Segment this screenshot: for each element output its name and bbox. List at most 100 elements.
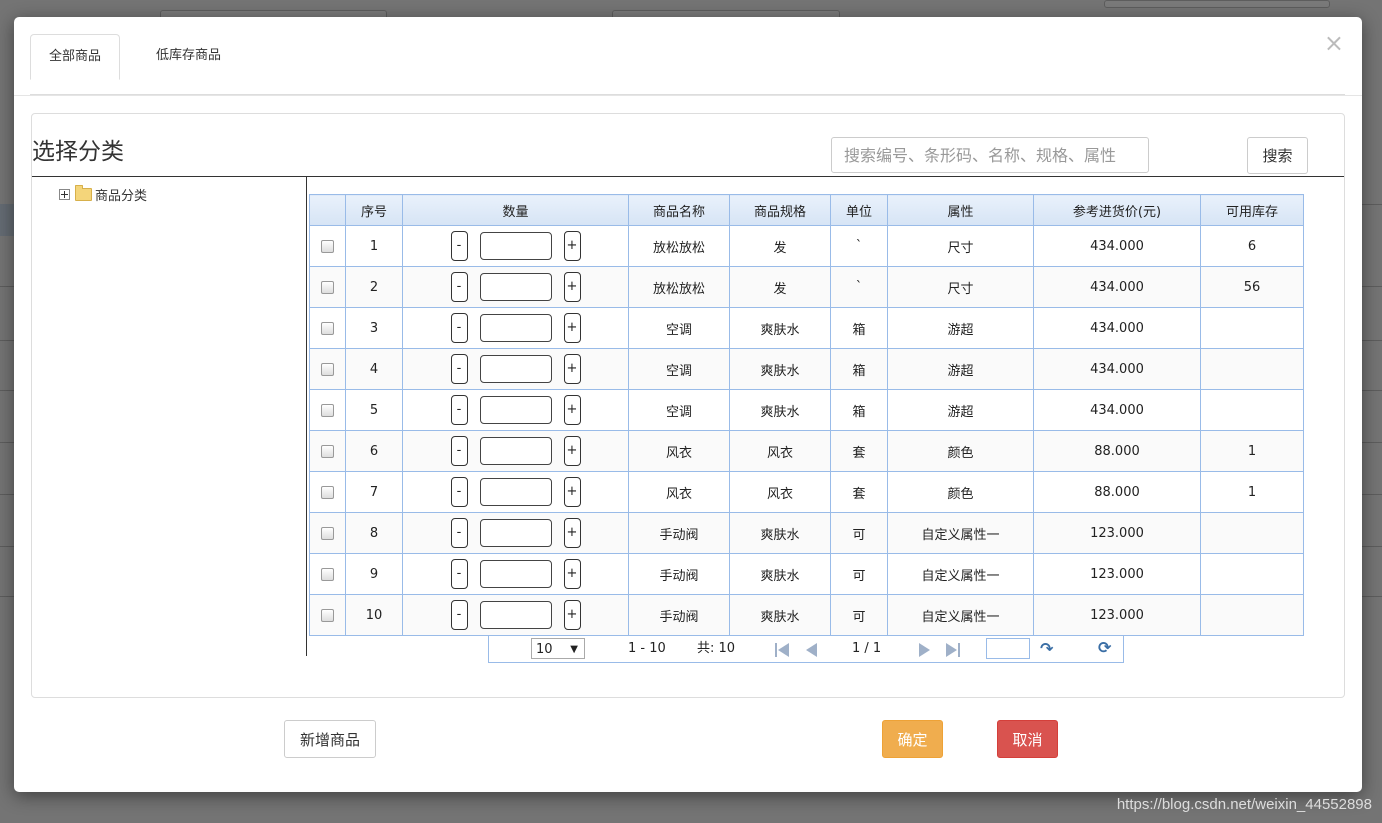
increment-button[interactable]: + (563, 518, 581, 548)
page-range: 1 - 10 (628, 641, 666, 656)
table-row[interactable]: 7- + 风衣 风衣套颜色 88.000 1 (309, 471, 1304, 513)
table-row[interactable]: 4- + 空调 爽肤水箱游超 434.000 (309, 348, 1304, 390)
table-row[interactable]: 8- + 手动阀 爽肤水可自定义属性一 123.000 (309, 512, 1304, 554)
quantity-input[interactable] (479, 273, 552, 301)
cell-stock (1200, 594, 1304, 636)
table-row[interactable]: 6- + 风衣 风衣套颜色 88.000 1 (309, 430, 1304, 472)
cancel-button[interactable]: 取消 (997, 720, 1058, 758)
quantity-input[interactable] (479, 519, 552, 547)
add-product-button[interactable]: 新增商品 (284, 720, 376, 758)
prev-page-icon[interactable] (805, 643, 819, 657)
quantity-input[interactable] (479, 437, 552, 465)
row-checkbox[interactable] (321, 280, 334, 294)
content-panel: 选择分类 搜索 商品分类 序号 数量 商品名称 商品规格 单位 (31, 113, 1345, 698)
decrement-button[interactable]: - (450, 600, 468, 630)
increment-button[interactable]: + (563, 477, 581, 507)
cell-unit: ` (830, 225, 888, 267)
table-row[interactable]: 5- + 空调 爽肤水箱游超 434.000 (309, 389, 1304, 431)
cell-name: 手动阀 (628, 553, 730, 595)
tree-node-root[interactable]: 商品分类 (59, 184, 147, 204)
column-header-no[interactable]: 序号 (345, 194, 403, 226)
cell-unit: 可 (830, 553, 888, 595)
cell-unit: 箱 (830, 389, 888, 431)
search-input[interactable] (831, 137, 1149, 173)
row-checkbox[interactable] (321, 239, 334, 253)
decrement-button[interactable]: - (450, 436, 468, 466)
row-checkbox[interactable] (321, 362, 334, 376)
quantity-input[interactable] (479, 314, 552, 342)
cell-quantity: - + (402, 307, 629, 349)
column-header-name[interactable]: 商品名称 (628, 194, 730, 226)
quantity-input[interactable] (479, 355, 552, 383)
cell-attribute: 自定义属性一 (887, 594, 1034, 636)
tree-node-label[interactable]: 商品分类 (95, 185, 147, 204)
cell-price: 434.000 (1033, 348, 1201, 390)
decrement-button[interactable]: - (450, 559, 468, 589)
last-page-icon[interactable] (946, 643, 960, 657)
tab-all-products[interactable]: 全部商品 (30, 34, 121, 80)
search-button[interactable]: 搜索 (1247, 137, 1308, 174)
increment-button[interactable]: + (563, 354, 581, 384)
column-header-spec[interactable]: 商品规格 (729, 194, 831, 226)
row-checkbox[interactable] (321, 403, 334, 417)
go-arrow-icon[interactable]: ↷ (1040, 641, 1053, 657)
increment-button[interactable]: + (563, 272, 581, 302)
column-header-stock[interactable]: 可用库存 (1200, 194, 1304, 226)
page-jump-input[interactable] (986, 638, 1030, 659)
row-checkbox-cell (309, 389, 346, 431)
decrement-button[interactable]: - (450, 477, 468, 507)
decrement-button[interactable]: - (450, 354, 468, 384)
first-page-icon[interactable] (775, 643, 789, 657)
tab-low-stock-products[interactable]: 低库存商品 (138, 34, 239, 77)
cell-attribute: 游超 (887, 307, 1034, 349)
decrement-button[interactable]: - (450, 518, 468, 548)
quantity-input[interactable] (479, 232, 552, 260)
column-header-quantity[interactable]: 数量 (402, 194, 629, 226)
row-checkbox[interactable] (321, 567, 334, 581)
quantity-input[interactable] (479, 560, 552, 588)
increment-button[interactable]: + (563, 231, 581, 261)
cell-name: 放松放松 (628, 225, 730, 267)
cell-unit: 可 (830, 594, 888, 636)
cell-price: 123.000 (1033, 594, 1201, 636)
cell-name: 手动阀 (628, 512, 730, 554)
decrement-button[interactable]: - (450, 313, 468, 343)
increment-button[interactable]: + (563, 559, 581, 589)
cell-attribute: 自定义属性一 (887, 553, 1034, 595)
row-checkbox[interactable] (321, 526, 334, 540)
row-checkbox[interactable] (321, 608, 334, 622)
decrement-button[interactable]: - (450, 272, 468, 302)
section-title: 选择分类 (32, 139, 124, 165)
decrement-button[interactable]: - (450, 231, 468, 261)
quantity-input[interactable] (479, 396, 552, 424)
confirm-button[interactable]: 确定 (882, 720, 943, 758)
table-row[interactable]: 3- + 空调 爽肤水箱游超 434.000 (309, 307, 1304, 349)
row-checkbox[interactable] (321, 321, 334, 335)
table-row[interactable]: 10- + 手动阀 爽肤水可自定义属性一 123.000 (309, 594, 1304, 636)
table-row[interactable]: 2- + 放松放松发 ` 尺寸 434.000 56 (309, 266, 1304, 308)
refresh-icon[interactable]: ⟳ (1098, 640, 1111, 656)
page-size-select[interactable]: 10 (531, 638, 585, 660)
increment-button[interactable]: + (563, 313, 581, 343)
row-checkbox[interactable] (321, 485, 334, 499)
quantity-input[interactable] (479, 478, 552, 506)
increment-button[interactable]: + (563, 436, 581, 466)
cell-quantity: - + (402, 225, 629, 267)
table-row[interactable]: 1- + 放松放松发 ` 尺寸 434.000 6 (309, 225, 1304, 267)
cell-no: 4 (345, 348, 403, 390)
column-header-attribute[interactable]: 属性 (887, 194, 1034, 226)
title-divider (32, 176, 1344, 177)
decrement-button[interactable]: - (450, 395, 468, 425)
table-row[interactable]: 9- + 手动阀 爽肤水可自定义属性一 123.000 (309, 553, 1304, 595)
cell-quantity: - + (402, 348, 629, 390)
total-count: 共: 10 (697, 641, 736, 656)
next-page-icon[interactable] (918, 643, 932, 657)
quantity-input[interactable] (479, 601, 552, 629)
row-checkbox[interactable] (321, 444, 334, 458)
increment-button[interactable]: + (563, 395, 581, 425)
column-header-price[interactable]: 参考进货价(元) (1033, 194, 1201, 226)
row-checkbox-cell (309, 594, 346, 636)
increment-button[interactable]: + (563, 600, 581, 630)
expand-plus-icon[interactable] (59, 188, 70, 200)
column-header-unit[interactable]: 单位 (830, 194, 888, 226)
